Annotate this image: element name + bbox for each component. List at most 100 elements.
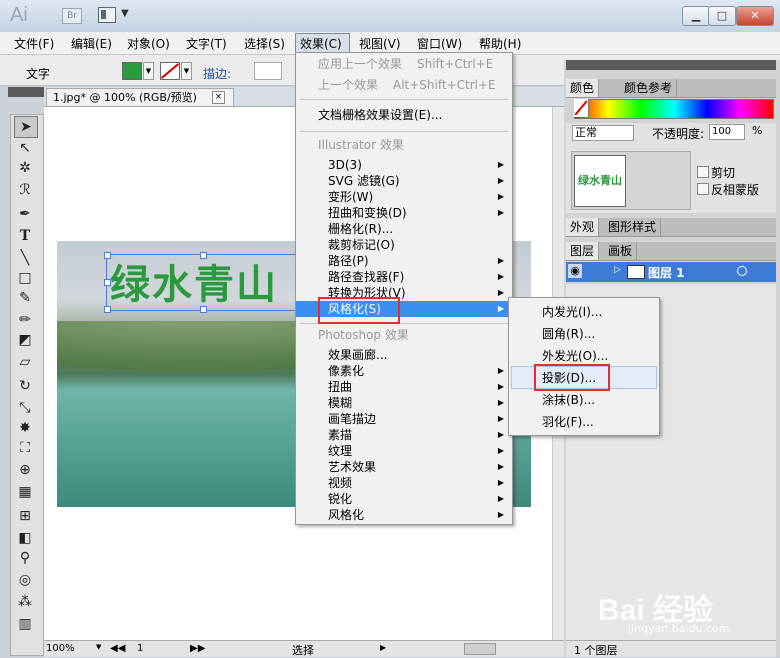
menu-rasterize[interactable]: 栅格化(R)... [296,221,512,237]
zoom-level[interactable]: 100% [46,643,75,654]
invert-mask-checkbox[interactable] [697,183,709,195]
none-color-swatch[interactable] [574,99,589,117]
menu-sketch[interactable]: 素描 ▶ [296,427,512,443]
menu-object[interactable]: 对象(O) [127,35,170,52]
tab-appearance[interactable]: 外观 [566,218,600,236]
layer-name[interactable]: 图层 1 [648,264,685,281]
status-menu-icon[interactable]: ▶ [380,643,386,652]
tab-layers[interactable]: 图层 [566,242,600,260]
target-icon[interactable] [737,266,747,276]
menu-sharpen[interactable]: 锐化 ▶ [296,491,512,507]
horizontal-scroll-thumb[interactable] [464,643,496,655]
menu-crop-marks[interactable]: 裁剪标记(O) [296,237,512,253]
warp-tool-icon[interactable]: ✸ [14,418,36,438]
tab-graphic-styles[interactable]: 图形样式 [604,218,662,236]
type-tool-icon[interactable]: T [14,226,36,246]
menu-path[interactable]: 路径(P) ▶ [296,253,512,269]
rotate-tool-icon[interactable]: ↻ [14,376,36,396]
menu-brush-strokes[interactable]: 画笔描边 ▶ [296,411,512,427]
blob-brush-tool-icon[interactable]: ◩ [14,330,36,350]
menu-warp[interactable]: 变形(W) ▶ [296,189,512,205]
menu-distort-transform[interactable]: 扭曲和变换(D) ▶ [296,205,512,221]
eraser-tool-icon[interactable]: ▱ [14,352,36,372]
menu-blur[interactable]: 模糊 ▶ [296,395,512,411]
menu-inner-glow[interactable]: 内发光(I)... [509,304,659,320]
mesh-tool-icon[interactable]: ⊞ [14,506,36,526]
menu-stylize-photoshop[interactable]: 风格化 ▶ [296,507,512,523]
shape-builder-tool-icon[interactable]: ⊕ [14,460,36,480]
tab-color[interactable]: 颜色 [566,79,600,97]
free-transform-tool-icon[interactable]: ⛶ [14,438,36,458]
menu-edit[interactable]: 编辑(E) [71,35,112,52]
blend-tool-icon[interactable]: ◎ [14,570,36,590]
menu-feather[interactable]: 羽化(F)... [509,414,659,430]
menu-help[interactable]: 帮助(H) [479,35,521,52]
opacity-input[interactable]: 100 [709,124,745,140]
menu-window[interactable]: 窗口(W) [417,35,462,52]
eyedropper-tool-icon[interactable]: ⚲ [14,548,36,568]
tab-color-guide[interactable]: 颜色参考 [620,79,678,97]
fill-dropdown-icon[interactable]: ▼ [143,62,154,80]
menu-select[interactable]: 选择(S) [244,35,285,52]
symbol-sprayer-tool-icon[interactable]: ⁂ [14,592,36,612]
headline-text-object[interactable]: 绿水青山 [110,252,278,310]
menu-pixelate[interactable]: 像素化 ▶ [296,363,512,379]
document-tab[interactable]: 1.jpg* @ 100% (RGB/预览) [46,88,234,107]
menu-video[interactable]: 视频 ▶ [296,475,512,491]
menu-round-corners[interactable]: 圆角(R)... [509,326,659,342]
magic-wand-tool-icon[interactable]: ✲ [14,158,36,178]
stroke-color-swatch[interactable] [160,62,180,80]
menu-artistic[interactable]: 艺术效果 ▶ [296,459,512,475]
pencil-tool-icon[interactable]: ✏ [14,310,36,330]
menu-effect-gallery[interactable]: 效果画廊... [296,347,512,363]
graph-tool-icon[interactable]: ▥ [14,614,36,634]
color-spectrum[interactable] [574,99,774,119]
menu-texture[interactable]: 纹理 ▶ [296,443,512,459]
menu-scribble[interactable]: 涂抹(B)... [509,392,659,408]
menu-last-effect[interactable]: 上一个效果 Alt+Shift+Ctrl+E [296,77,512,93]
panel-dock-header[interactable] [566,60,776,70]
close-document-icon[interactable]: × [212,91,225,104]
scale-tool-icon[interactable]: ⤡ [14,398,36,418]
menu-view[interactable]: 视图(V) [359,35,401,52]
stroke-dropdown-icon[interactable]: ▼ [181,62,192,80]
tab-artboards[interactable]: 画板 [604,242,638,260]
artboard-nav-icon[interactable]: ◀◀ [110,643,125,654]
direct-selection-tool-icon[interactable]: ↖ [14,138,36,158]
arrange-documents-icon[interactable] [98,7,116,23]
toolbar-header[interactable] [8,87,44,97]
artboard-number[interactable]: 1 [137,643,143,654]
paintbrush-tool-icon[interactable]: ✎ [14,288,36,308]
pen-tool-icon[interactable]: ✒ [14,204,36,224]
chevron-down-icon[interactable]: ▼ [96,643,101,651]
menu-pathfinder[interactable]: 路径查找器(F) ▶ [296,269,512,285]
rectangle-tool-icon[interactable]: □ [14,268,36,288]
stroke-weight-label[interactable]: 描边: [203,65,231,82]
close-window-button[interactable]: ✕ [736,6,774,26]
selection-tool-icon[interactable]: ➤ [14,116,38,138]
eye-icon[interactable]: ◉ [568,264,582,278]
menu-distort[interactable]: 扭曲 ▶ [296,379,512,395]
minimize-button[interactable]: ▁ [682,6,710,26]
menu-outer-glow[interactable]: 外发光(O)... [509,348,659,364]
menu-raster-settings[interactable]: 文档栅格效果设置(E)... [296,107,512,123]
perspective-grid-tool-icon[interactable]: ▦ [14,482,36,502]
chevron-down-icon[interactable]: ▼ [121,8,129,19]
menu-type[interactable]: 文字(T) [186,35,227,52]
menu-effect[interactable]: 效果(C) [300,35,342,52]
menu-apply-last-effect[interactable]: 应用上一个效果 Shift+Ctrl+E [296,56,512,72]
object-thumbnail[interactable]: 绿水青山 [574,155,626,207]
expand-arrow-icon[interactable]: ▷ [614,265,621,275]
blend-mode-select[interactable]: 正常 [572,125,634,141]
line-tool-icon[interactable]: ╲ [14,248,36,268]
menu-file[interactable]: 文件(F) [14,35,54,52]
artboard-next-icon[interactable]: ▶▶ [190,643,205,654]
maximize-button[interactable]: □ [708,6,736,26]
fill-color-swatch[interactable] [122,62,142,80]
gradient-tool-icon[interactable]: ◧ [14,528,36,548]
stroke-weight-input[interactable] [254,62,282,80]
bridge-button[interactable]: Br [62,8,82,24]
menu-3d[interactable]: 3D(3) ▶ [296,157,512,173]
lasso-tool-icon[interactable]: ℛ [14,180,36,200]
clip-checkbox[interactable] [697,166,709,178]
